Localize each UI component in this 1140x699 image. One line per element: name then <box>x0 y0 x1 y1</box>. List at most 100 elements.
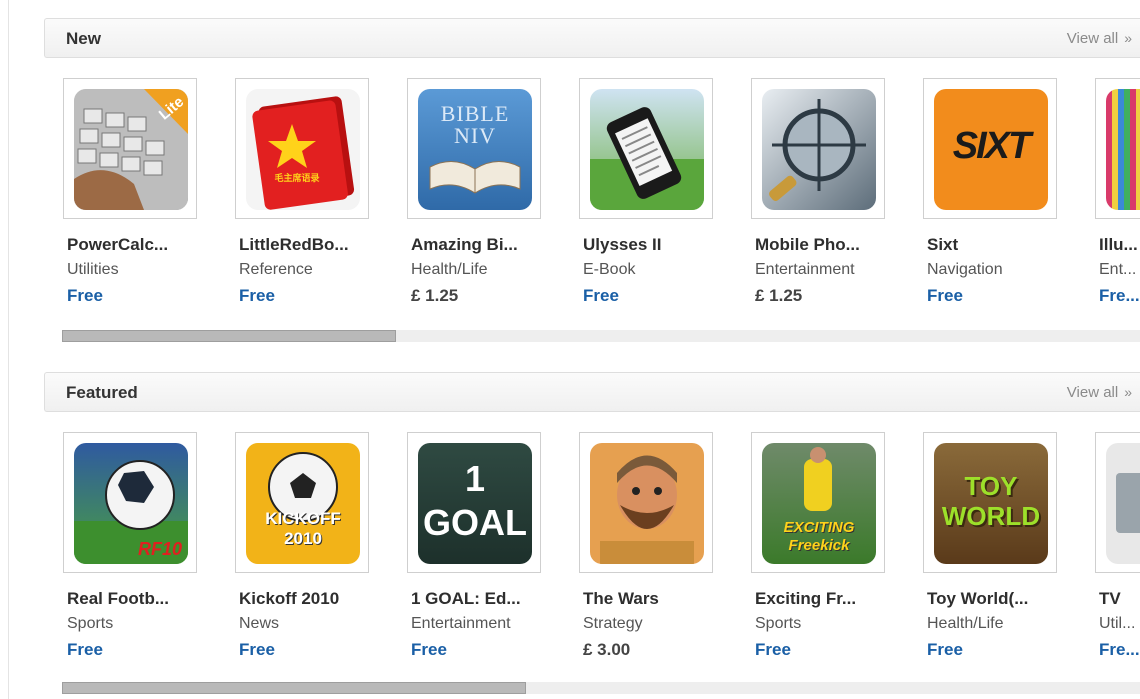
app-name[interactable]: TV <box>1099 589 1121 609</box>
app-price: Free <box>67 286 103 305</box>
app-icon-frame[interactable]: TOY WORLD <box>923 432 1057 573</box>
toy-world-logo-text: TOY WORLD <box>941 471 1041 531</box>
app-tile[interactable]: TV Util... Fre... <box>1076 432 1140 672</box>
app-row: Lite PowerCalc... Utilities Free 毛主席语录 L… <box>44 78 1140 318</box>
app-tile[interactable]: 1 GOAL 1 GOAL: Ed... Entertainment Free <box>388 432 558 672</box>
app-row: RF10 Real Footb... Sports Free KICKOFF 2… <box>44 432 1140 672</box>
scrollbar-thumb[interactable] <box>62 330 397 342</box>
app-icon-frame[interactable] <box>1095 78 1140 219</box>
ebook-phone-icon <box>590 89 704 210</box>
app-icon-frame[interactable]: SIXT <box>923 78 1057 219</box>
app-icon-frame[interactable]: RF10 <box>63 432 197 573</box>
view-all-label: View all <box>1066 384 1119 401</box>
double-chevron-right-icon: » <box>1124 384 1132 400</box>
calculator-icon: Lite <box>74 89 188 210</box>
horizontal-scrollbar[interactable] <box>62 682 1140 694</box>
section-title: New <box>66 29 101 48</box>
red-book-icon: 毛主席语录 <box>246 89 360 210</box>
app-tile[interactable]: EXCITING Freekick Exciting Fr... Sports … <box>732 432 902 672</box>
app-price: £ 1.25 <box>411 286 459 305</box>
caveman-icon <box>590 443 704 564</box>
app-icon-frame[interactable]: KICKOFF 2010 <box>235 432 369 573</box>
section-title: Featured <box>66 383 138 402</box>
app-price: Free <box>411 640 447 659</box>
section-new: New View all» Lite PowerCalc... Utilitie… <box>44 18 1140 348</box>
freekick-logo-text: EXCITING Freekick <box>783 519 855 554</box>
app-category: Strategy <box>583 615 643 632</box>
app-icon-frame[interactable] <box>579 78 713 219</box>
kickoff-ball-icon: KICKOFF 2010 <box>246 443 360 564</box>
app-tile[interactable]: Illu... Ent... Fre... <box>1076 78 1140 318</box>
app-tile[interactable]: Ulysses II E-Book Free <box>560 78 730 318</box>
sixt-logo-text: SIXT <box>952 125 1031 167</box>
app-name[interactable]: Kickoff 2010 <box>239 589 339 609</box>
app-category: Health/Life <box>411 261 488 278</box>
app-name[interactable]: Mobile Pho... <box>755 235 860 255</box>
app-name[interactable]: PowerCalc... <box>67 235 168 255</box>
app-name[interactable]: Exciting Fr... <box>755 589 856 609</box>
app-icon-frame[interactable] <box>751 78 885 219</box>
app-category: Health/Life <box>927 615 1004 632</box>
view-all-link[interactable]: View all » <box>1067 384 1132 401</box>
app-tile[interactable]: TOY WORLD Toy World(... Health/Life Free <box>904 432 1074 672</box>
toy-world-icon: TOY WORLD <box>934 443 1048 564</box>
app-price: Free <box>239 640 275 659</box>
app-price: Free <box>67 640 103 659</box>
sixt-logo-icon: SIXT <box>934 89 1048 210</box>
one-goal-icon: 1 GOAL <box>418 443 532 564</box>
illusion-icon <box>1106 89 1140 210</box>
app-name[interactable]: 1 GOAL: Ed... <box>411 589 521 609</box>
rf10-logo-text: RF10 <box>137 539 182 559</box>
scrollbar-thumb[interactable] <box>62 682 526 694</box>
one-goal-logo-text: 1 GOAL <box>423 458 527 543</box>
app-icon-frame[interactable]: Lite <box>63 78 197 219</box>
app-price: £ 3.00 <box>583 640 631 659</box>
app-name[interactable]: Real Footb... <box>67 589 169 609</box>
app-name[interactable]: Amazing Bi... <box>411 235 518 255</box>
app-tile[interactable]: The Wars Strategy £ 3.00 <box>560 432 730 672</box>
app-icon-frame[interactable]: EXCITING Freekick <box>751 432 885 573</box>
app-icon-frame[interactable]: 1 GOAL <box>407 432 541 573</box>
app-icon-frame[interactable] <box>1095 432 1140 573</box>
app-icon-frame[interactable]: BIBLE NIV <box>407 78 541 219</box>
app-name[interactable]: The Wars <box>583 589 659 609</box>
section-header: New View all » <box>44 18 1140 58</box>
app-name[interactable]: Illu... <box>1099 235 1138 255</box>
app-category: Sports <box>755 615 802 632</box>
bible-icon: BIBLE NIV <box>418 89 532 210</box>
app-name[interactable]: LittleRedBo... <box>239 235 349 255</box>
app-name[interactable]: Toy World(... <box>927 589 1028 609</box>
app-category: Sports <box>67 615 114 632</box>
app-price: Free <box>927 286 963 305</box>
app-category: Reference <box>239 261 313 278</box>
double-chevron-right-icon: » <box>1124 30 1132 46</box>
app-icon-frame[interactable] <box>579 432 713 573</box>
app-category: Ent... <box>1099 261 1137 278</box>
app-name[interactable]: Ulysses II <box>583 235 661 255</box>
app-price: Fre... <box>1099 286 1140 305</box>
app-tile[interactable]: RF10 Real Footb... Sports Free <box>44 432 214 672</box>
app-name[interactable]: Sixt <box>927 235 958 255</box>
horizontal-scrollbar[interactable] <box>62 330 1140 342</box>
app-tile[interactable]: 毛主席语录 LittleRedBo... Reference Free <box>216 78 386 318</box>
app-tile[interactable]: KICKOFF 2010 Kickoff 2010 News Free <box>216 432 386 672</box>
app-tile[interactable]: BIBLE NIV Amazing Bi... Health/Life £ 1.… <box>388 78 558 318</box>
kickoff-logo-text: KICKOFF 2010 <box>265 509 341 548</box>
app-price: Free <box>239 286 275 305</box>
app-icon-frame[interactable]: 毛主席语录 <box>235 78 369 219</box>
tv-icon <box>1106 443 1140 564</box>
football-icon: RF10 <box>74 443 188 564</box>
app-price: Free <box>927 640 963 659</box>
app-tile[interactable]: SIXT Sixt Navigation Free <box>904 78 1074 318</box>
app-price: Free <box>583 286 619 305</box>
view-all-link[interactable]: View all » <box>1067 30 1132 47</box>
app-price: Fre... <box>1099 640 1140 659</box>
phone-scanner-icon <box>762 89 876 210</box>
app-category: Utilities <box>67 261 119 278</box>
app-tile[interactable]: Mobile Pho... Entertainment £ 1.25 <box>732 78 902 318</box>
app-price: £ 1.25 <box>755 286 803 305</box>
app-tile[interactable]: Lite PowerCalc... Utilities Free <box>44 78 214 318</box>
app-price: Free <box>755 640 791 659</box>
book-cover-text: 毛主席语录 <box>274 173 320 183</box>
app-category: Entertainment <box>755 261 855 278</box>
